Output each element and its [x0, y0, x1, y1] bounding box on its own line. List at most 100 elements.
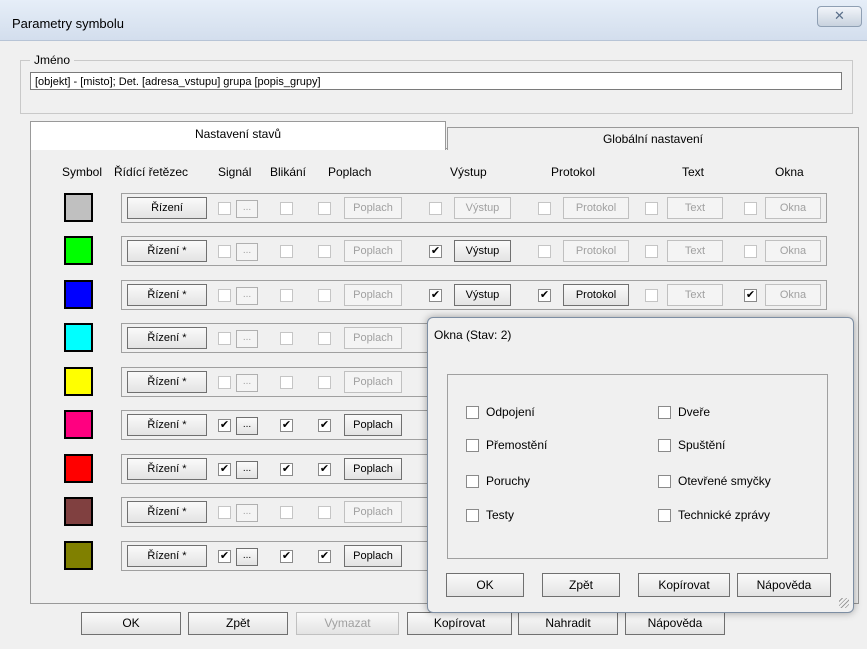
signal-checkbox[interactable] — [218, 245, 231, 258]
signal-more-button[interactable]: ... — [236, 417, 258, 435]
alarm-button[interactable]: Poplach — [344, 501, 402, 523]
alarm-button[interactable]: Poplach — [344, 284, 402, 306]
protocol-checkbox[interactable] — [538, 245, 551, 258]
checkbox[interactable] — [466, 406, 479, 419]
output-checkbox[interactable] — [429, 202, 442, 215]
checkbox[interactable] — [466, 475, 479, 488]
alarm-checkbox[interactable] — [318, 245, 331, 258]
checkbox[interactable] — [658, 406, 671, 419]
blink-checkbox[interactable]: ✔ — [280, 463, 293, 476]
control-chain-button[interactable]: Řízení * — [127, 545, 207, 567]
blink-checkbox[interactable]: ✔ — [280, 550, 293, 563]
blink-checkbox[interactable] — [280, 376, 293, 389]
windows-checkbox[interactable] — [744, 245, 757, 258]
color-swatch[interactable] — [64, 193, 93, 222]
windows-checkbox[interactable]: ✔ — [744, 289, 757, 302]
checkbox[interactable] — [658, 475, 671, 488]
control-chain-button[interactable]: Řízení * — [127, 458, 207, 480]
blink-checkbox[interactable] — [280, 202, 293, 215]
replace-button[interactable]: Nahradit — [518, 612, 618, 635]
control-chain-button[interactable]: Řízení * — [127, 240, 207, 262]
signal-more-button[interactable]: ... — [236, 330, 258, 348]
alarm-button[interactable]: Poplach — [344, 240, 402, 262]
alarm-button[interactable]: Poplach — [344, 458, 402, 480]
control-chain-button[interactable]: Řízení — [127, 197, 207, 219]
signal-more-button[interactable]: ... — [236, 461, 258, 479]
windows-checkbox[interactable] — [744, 202, 757, 215]
signal-checkbox[interactable] — [218, 289, 231, 302]
back-button[interactable]: Zpět — [188, 612, 288, 635]
signal-more-button[interactable]: ... — [236, 374, 258, 392]
output-button[interactable]: Výstup — [454, 240, 511, 262]
text-checkbox[interactable] — [645, 245, 658, 258]
color-swatch[interactable] — [64, 323, 93, 352]
close-button[interactable]: ✕ — [817, 6, 862, 27]
checkbox[interactable] — [658, 439, 671, 452]
ok-button[interactable]: OK — [81, 612, 181, 635]
tab-global-settings[interactable]: Globální nastavení — [447, 127, 859, 150]
alarm-checkbox[interactable] — [318, 202, 331, 215]
alarm-checkbox[interactable]: ✔ — [318, 463, 331, 476]
signal-checkbox[interactable]: ✔ — [218, 463, 231, 476]
windows-button[interactable]: Okna — [765, 284, 821, 306]
resize-grip-icon[interactable] — [839, 598, 849, 608]
color-swatch[interactable] — [64, 367, 93, 396]
blink-checkbox[interactable] — [280, 245, 293, 258]
control-chain-button[interactable]: Řízení * — [127, 501, 207, 523]
checkbox[interactable] — [466, 439, 479, 452]
output-checkbox[interactable]: ✔ — [429, 289, 442, 302]
alarm-checkbox[interactable] — [318, 289, 331, 302]
text-checkbox[interactable] — [645, 289, 658, 302]
protocol-button[interactable]: Protokol — [563, 284, 629, 306]
windows-button[interactable]: Okna — [765, 240, 821, 262]
popup-help-button[interactable]: Nápověda — [737, 573, 831, 597]
blink-checkbox[interactable] — [280, 332, 293, 345]
blink-checkbox[interactable] — [280, 289, 293, 302]
color-swatch[interactable] — [64, 280, 93, 309]
alarm-button[interactable]: Poplach — [344, 371, 402, 393]
output-checkbox[interactable]: ✔ — [429, 245, 442, 258]
protocol-button[interactable]: Protokol — [563, 240, 629, 262]
signal-checkbox[interactable] — [218, 506, 231, 519]
color-swatch[interactable] — [64, 236, 93, 265]
alarm-button[interactable]: Poplach — [344, 414, 402, 436]
control-chain-button[interactable]: Řízení * — [127, 284, 207, 306]
signal-checkbox[interactable] — [218, 376, 231, 389]
windows-button[interactable]: Okna — [765, 197, 821, 219]
output-button[interactable]: Výstup — [454, 197, 511, 219]
text-button[interactable]: Text — [667, 284, 723, 306]
signal-more-button[interactable]: ... — [236, 548, 258, 566]
color-swatch[interactable] — [64, 497, 93, 526]
checkbox[interactable] — [658, 509, 671, 522]
alarm-button[interactable]: Poplach — [344, 545, 402, 567]
alarm-checkbox[interactable] — [318, 376, 331, 389]
tab-state-settings[interactable]: Nastavení stavů — [30, 121, 446, 150]
name-input[interactable]: [objekt] - [misto]; Det. [adresa_vstupu]… — [30, 72, 842, 90]
signal-checkbox[interactable]: ✔ — [218, 419, 231, 432]
signal-more-button[interactable]: ... — [236, 243, 258, 261]
alarm-button[interactable]: Poplach — [344, 197, 402, 219]
signal-more-button[interactable]: ... — [236, 287, 258, 305]
blink-checkbox[interactable]: ✔ — [280, 419, 293, 432]
output-button[interactable]: Výstup — [454, 284, 511, 306]
popup-back-button[interactable]: Zpět — [542, 573, 620, 597]
alarm-button[interactable]: Poplach — [344, 327, 402, 349]
protocol-checkbox[interactable]: ✔ — [538, 289, 551, 302]
protocol-button[interactable]: Protokol — [563, 197, 629, 219]
color-swatch[interactable] — [64, 410, 93, 439]
alarm-checkbox[interactable]: ✔ — [318, 550, 331, 563]
text-button[interactable]: Text — [667, 197, 723, 219]
checkbox[interactable] — [466, 509, 479, 522]
popup-copy-button[interactable]: Kopírovat — [638, 573, 730, 597]
alarm-checkbox[interactable]: ✔ — [318, 419, 331, 432]
color-swatch[interactable] — [64, 541, 93, 570]
signal-checkbox[interactable]: ✔ — [218, 550, 231, 563]
signal-checkbox[interactable] — [218, 332, 231, 345]
protocol-checkbox[interactable] — [538, 202, 551, 215]
control-chain-button[interactable]: Řízení * — [127, 327, 207, 349]
help-button[interactable]: Nápověda — [625, 612, 725, 635]
alarm-checkbox[interactable] — [318, 332, 331, 345]
signal-checkbox[interactable] — [218, 202, 231, 215]
text-checkbox[interactable] — [645, 202, 658, 215]
control-chain-button[interactable]: Řízení * — [127, 414, 207, 436]
